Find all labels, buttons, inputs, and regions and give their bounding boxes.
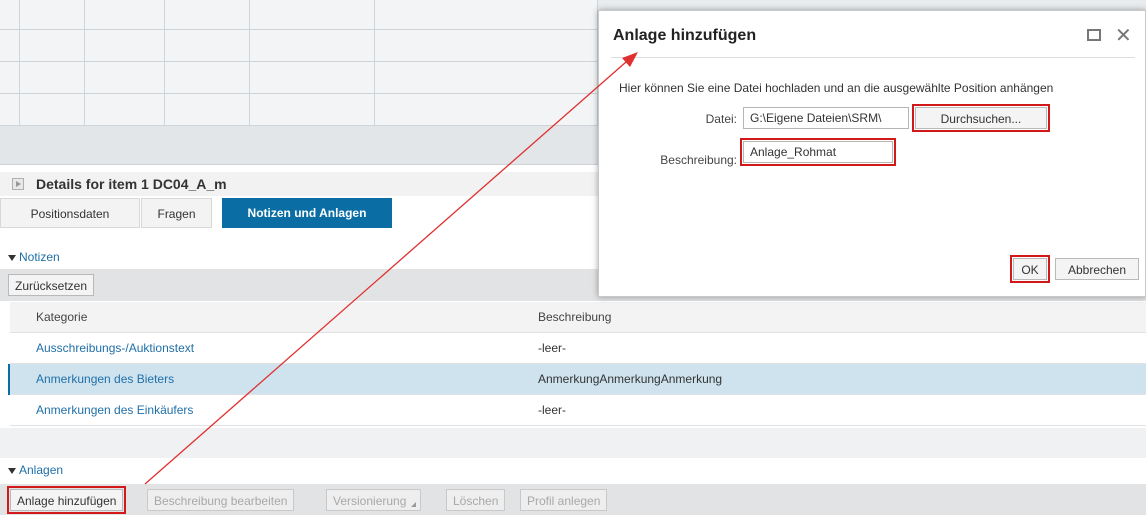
tab-fragen[interactable]: Fragen — [141, 198, 212, 228]
details-title: Details for item 1 DC04_A_m — [36, 176, 227, 192]
file-path-field[interactable]: G:\Eigene Dateien\SRM\ — [743, 107, 909, 129]
column-header-beschreibung[interactable]: Beschreibung — [538, 302, 611, 333]
description-input[interactable]: Anlage_Rohmat — [740, 138, 896, 166]
tab-positionsdaten[interactable]: Positionsdaten — [0, 198, 140, 228]
beschreibung-cell: AnmerkungAnmerkungAnmerkung — [538, 372, 723, 386]
column-header-kategorie[interactable]: Kategorie — [36, 302, 87, 333]
description-label: Beschreibung: — [660, 153, 737, 167]
table-footer-strip — [0, 428, 1146, 458]
beschreibung-cell: -leer- — [538, 403, 567, 417]
dialog-instruction: Hier können Sie eine Datei hochladen und… — [619, 81, 1054, 95]
close-icon[interactable]: ✕ — [1115, 23, 1132, 48]
dialog-separator — [611, 57, 1135, 58]
attachments-section-label: Anlagen — [19, 463, 64, 477]
table-header: Kategorie Beschreibung — [10, 302, 1146, 333]
kategorie-link[interactable]: Anmerkungen des Einkäufers — [36, 395, 193, 426]
collapse-triangle-icon — [8, 254, 16, 261]
add-attachment-button[interactable]: Anlage hinzufügen — [6, 486, 127, 514]
delete-button[interactable]: Löschen — [446, 489, 506, 511]
browse-button[interactable]: Durchsuchen... — [912, 104, 1050, 132]
notes-section-toggle[interactable]: Notizen — [8, 250, 60, 264]
expand-icon[interactable] — [12, 178, 24, 190]
reset-button[interactable]: Zurücksetzen — [8, 274, 95, 296]
tab-notizen-und-anlagen[interactable]: Notizen und Anlagen — [222, 198, 392, 228]
edit-description-button[interactable]: Beschreibung bearbeiten — [147, 489, 295, 511]
collapse-triangle-icon — [8, 467, 16, 474]
dialog-title: Anlage hinzufügen — [613, 27, 757, 44]
create-profile-button[interactable]: Profil anlegen — [520, 489, 608, 511]
ok-button[interactable]: OK — [1010, 255, 1050, 283]
versioning-label: Versionierung — [333, 494, 407, 508]
versioning-button[interactable]: Versionierung — [326, 489, 422, 511]
kategorie-link[interactable]: Ausschreibungs-/Auktionstext — [36, 333, 194, 364]
add-attachment-dialog: Anlage hinzufügen ✕ Hier können Sie eine… — [598, 10, 1146, 297]
table-row[interactable]: Ausschreibungs-/Auktionstext -leer- — [10, 333, 1146, 364]
file-label: Datei: — [705, 112, 737, 126]
table-row-selected[interactable]: Anmerkungen des Bieters AnmerkungAnmerku… — [10, 364, 1146, 395]
table-row[interactable]: Anmerkungen des Einkäufers -leer- — [10, 395, 1146, 426]
dropdown-corner-icon — [411, 502, 417, 507]
attachments-section-toggle[interactable]: Anlagen — [8, 463, 63, 477]
cancel-button[interactable]: Abbrechen — [1055, 258, 1139, 280]
notes-section-label: Notizen — [19, 250, 60, 264]
attachments-toolbar: Anlage hinzufügen Beschreibung bearbeite… — [0, 484, 1146, 515]
beschreibung-cell: -leer- — [538, 341, 567, 355]
kategorie-link[interactable]: Anmerkungen des Bieters — [36, 364, 174, 395]
maximize-icon[interactable] — [1087, 29, 1101, 41]
